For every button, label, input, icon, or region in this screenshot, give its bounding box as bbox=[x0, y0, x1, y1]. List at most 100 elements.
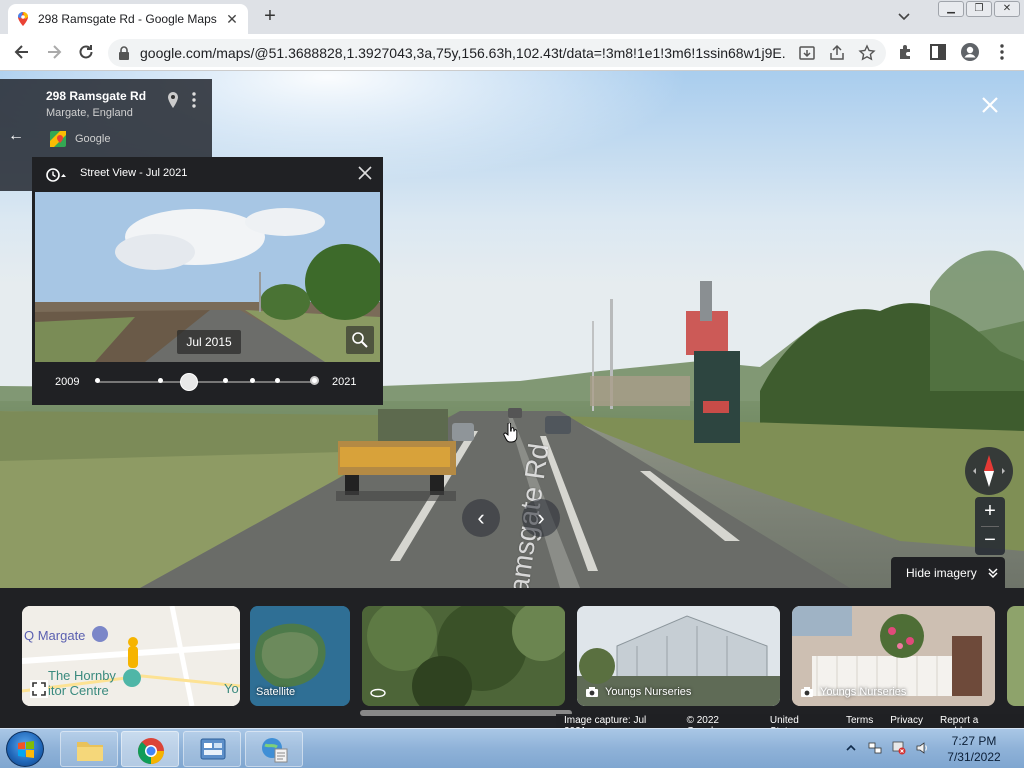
photo-label-nurseries-2: Youngs Nurseries bbox=[800, 686, 906, 698]
close-time-machine-icon[interactable] bbox=[357, 165, 373, 181]
timeline-tick[interactable] bbox=[250, 378, 255, 383]
window-minimize-button[interactable]: ▁ bbox=[938, 1, 964, 17]
control-panel-icon bbox=[200, 738, 226, 760]
browser-tab[interactable]: 298 Ramsgate Rd - Google Maps ✕ bbox=[8, 4, 248, 34]
taskbar-network-app[interactable] bbox=[245, 731, 303, 767]
new-tab-button[interactable]: + bbox=[258, 6, 282, 28]
timeline-slider-handle[interactable] bbox=[180, 373, 198, 391]
historical-imagery-preview[interactable]: Jul 2015 bbox=[35, 192, 380, 362]
privacy-link[interactable]: Privacy bbox=[890, 715, 923, 727]
clock-time: 7:27 PM bbox=[951, 734, 997, 748]
network-warning-icon[interactable] bbox=[892, 741, 906, 755]
expand-map-icon[interactable] bbox=[30, 680, 48, 698]
zoom-control: + − bbox=[975, 497, 1005, 555]
google-maps-favicon-icon bbox=[18, 12, 28, 26]
taskbar-chrome[interactable] bbox=[121, 731, 179, 767]
start-button[interactable] bbox=[6, 731, 44, 767]
compass-control[interactable] bbox=[965, 447, 1013, 495]
hide-imagery-label: Hide imagery bbox=[906, 565, 977, 580]
forward-arrow-icon[interactable] bbox=[44, 42, 64, 62]
share-icon[interactable] bbox=[828, 44, 846, 62]
tab-close-icon[interactable]: ✕ bbox=[224, 11, 240, 28]
timeline-start-year: 2009 bbox=[55, 376, 80, 388]
photo-card-nurseries-2[interactable]: Youngs Nurseries bbox=[792, 606, 995, 706]
timeline-end-year: 2021 bbox=[332, 376, 357, 388]
satellite-card[interactable]: Satellite bbox=[250, 606, 350, 706]
taskbar-file-explorer[interactable] bbox=[60, 731, 118, 767]
windows-taskbar: 7:27 PM 7/31/2022 bbox=[0, 728, 1024, 768]
time-machine-title: Street View - Jul 2021 bbox=[80, 167, 188, 179]
zoom-out-button[interactable]: − bbox=[975, 526, 1005, 555]
imagery-strip-scrollbar[interactable] bbox=[360, 710, 572, 716]
360-view-icon bbox=[370, 688, 386, 698]
selected-date-label: Jul 2015 bbox=[177, 330, 241, 354]
image-capture-date: Image capture: Jul 2021 bbox=[564, 715, 647, 737]
country-link[interactable]: United States bbox=[770, 715, 829, 737]
terms-link[interactable]: Terms bbox=[846, 715, 873, 727]
timeline-track[interactable] bbox=[97, 381, 315, 383]
timeline-tick[interactable] bbox=[223, 378, 228, 383]
lock-icon bbox=[119, 46, 129, 60]
browser-toolbar: google.com/maps/@51.3688828,1.3927043,3a… bbox=[0, 34, 1024, 71]
previous-step-button[interactable]: ‹ bbox=[462, 499, 500, 537]
timeline-current-marker[interactable] bbox=[310, 376, 319, 385]
map-label-margate: Q Margate bbox=[24, 628, 86, 643]
map-label-hornby: The Hornby bbox=[48, 668, 116, 683]
report-problem-link[interactable]: Report a problem bbox=[940, 715, 1016, 737]
taskbar-control-panel[interactable] bbox=[183, 731, 241, 767]
map-label-partial: Yo bbox=[224, 681, 239, 696]
history-clock-icon[interactable] bbox=[45, 167, 67, 183]
folder-icon bbox=[77, 742, 103, 761]
copyright-text: © 2022 Google bbox=[686, 715, 719, 737]
url-text: google.com/maps/@51.3688828,1.3927043,3a… bbox=[140, 45, 786, 61]
photo-card-nurseries-1[interactable]: Youngs Nurseries bbox=[577, 606, 780, 706]
back-arrow-icon[interactable] bbox=[12, 42, 32, 62]
timeline-tick[interactable] bbox=[95, 378, 100, 383]
action-center-flag-icon[interactable] bbox=[868, 741, 882, 755]
volume-speaker-icon[interactable] bbox=[915, 741, 929, 755]
camera-icon bbox=[586, 687, 598, 697]
side-panel-icon[interactable] bbox=[928, 42, 948, 62]
more-options-icon[interactable] bbox=[188, 91, 200, 109]
satellite-label: Satellite bbox=[256, 686, 296, 698]
timeline-tick[interactable] bbox=[158, 378, 163, 383]
browser-menu-icon[interactable] bbox=[992, 42, 1012, 62]
window-close-button[interactable]: ✕ bbox=[994, 1, 1020, 17]
photo-card-360[interactable] bbox=[362, 606, 565, 706]
preview-zoom-button[interactable] bbox=[346, 326, 374, 354]
next-step-button[interactable]: › bbox=[522, 499, 560, 537]
chevron-double-down-icon bbox=[988, 567, 998, 578]
tab-search-chevron-icon[interactable] bbox=[896, 8, 912, 24]
zoom-in-button[interactable]: + bbox=[975, 497, 1005, 526]
map-label-visitor-centre: itor Centre bbox=[48, 683, 109, 698]
hand-cursor-icon bbox=[503, 423, 518, 443]
imagery-source: Google bbox=[75, 133, 111, 145]
place-address: 298 Ramsgate Rd bbox=[46, 89, 147, 103]
window-restore-button[interactable]: ❐ bbox=[966, 1, 992, 17]
close-street-view-icon[interactable] bbox=[980, 95, 1000, 115]
location-pin-icon[interactable] bbox=[166, 91, 180, 109]
place-city: Margate, England bbox=[46, 107, 133, 119]
tree-photo-image bbox=[362, 606, 565, 706]
mini-map-card[interactable]: Q Margate The Hornby itor Centre Yo bbox=[22, 606, 240, 706]
address-bar[interactable]: google.com/maps/@51.3688828,1.3927043,3a… bbox=[108, 39, 886, 67]
camera-icon bbox=[801, 687, 813, 697]
timeline-tick[interactable] bbox=[275, 378, 280, 383]
time-machine-header: Street View - Jul 2021 bbox=[32, 157, 383, 191]
bookmark-star-icon[interactable] bbox=[858, 44, 876, 62]
globe-document-icon bbox=[262, 738, 288, 763]
show-hidden-icons-chevron-icon[interactable] bbox=[844, 741, 858, 755]
install-app-icon[interactable] bbox=[798, 44, 816, 62]
chrome-logo-icon bbox=[137, 738, 164, 765]
compass-needle-icon bbox=[973, 455, 1005, 487]
photo-card-partial[interactable] bbox=[1007, 606, 1024, 706]
system-clock[interactable]: 7:27 PM 7/31/2022 bbox=[934, 733, 1014, 765]
hide-imagery-button[interactable]: Hide imagery bbox=[891, 557, 1005, 588]
photo-label-nurseries-1: Youngs Nurseries bbox=[585, 686, 691, 698]
profile-avatar-icon[interactable] bbox=[960, 42, 980, 62]
back-to-map-arrow-icon[interactable]: ← bbox=[8, 127, 24, 145]
clock-date: 7/31/2022 bbox=[947, 750, 1001, 764]
magnify-icon bbox=[352, 332, 368, 348]
reload-icon[interactable] bbox=[76, 42, 96, 62]
extensions-puzzle-icon[interactable] bbox=[896, 42, 916, 62]
